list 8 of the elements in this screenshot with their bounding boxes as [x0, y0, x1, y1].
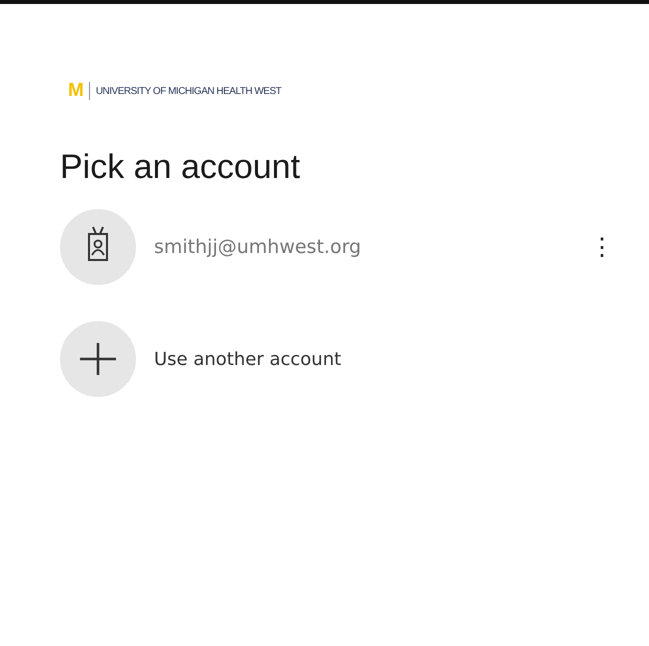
- use-another-account-link[interactable]: Use another account: [154, 348, 342, 370]
- organization-name: UNIVERSITY OF MICHIGAN HEALTH WEST: [96, 86, 282, 96]
- page-title: Pick an account: [60, 148, 302, 187]
- logo-mark: M: [68, 82, 90, 100]
- more-options-button[interactable]: ⋮: [584, 232, 620, 262]
- add-icon: [60, 321, 136, 397]
- id-badge-icon: [60, 209, 136, 285]
- account-email[interactable]: smithjj@umhwest.org: [154, 236, 584, 258]
